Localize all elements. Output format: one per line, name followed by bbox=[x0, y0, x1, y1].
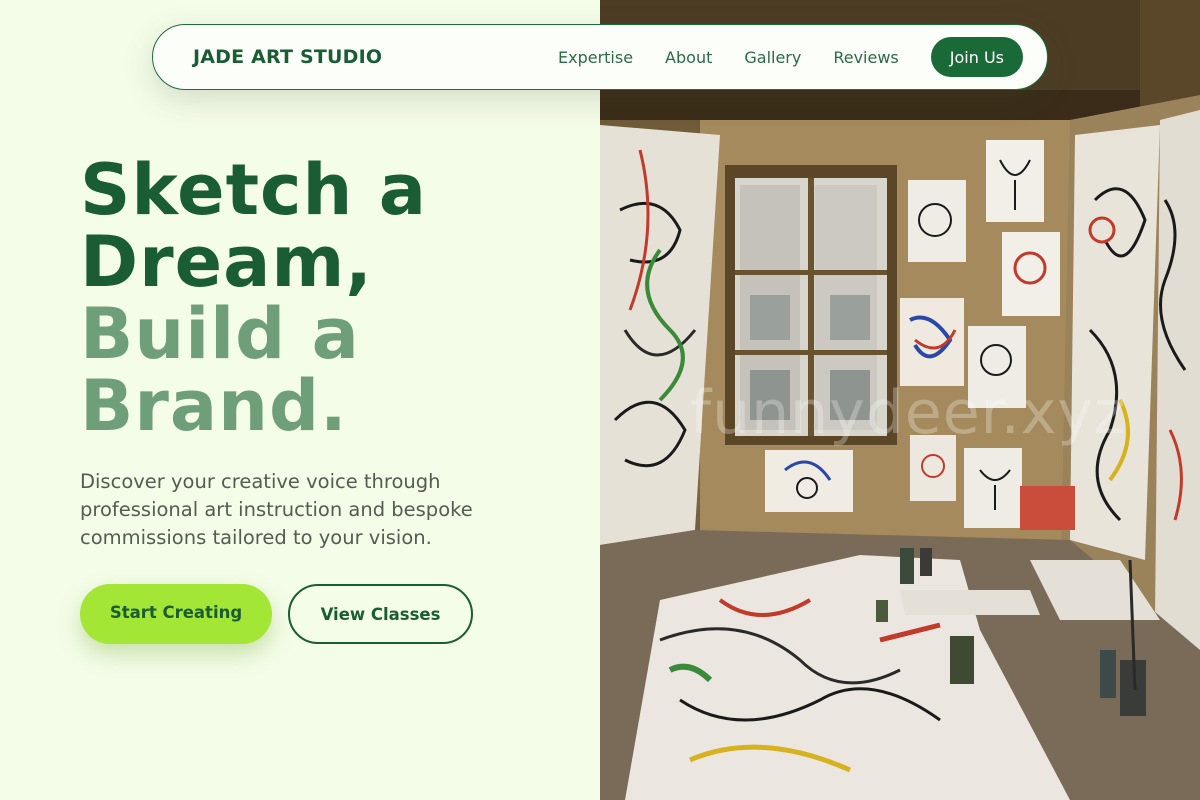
nav-link-reviews[interactable]: Reviews bbox=[833, 48, 898, 67]
watermark-text: funnydeer.xyz bbox=[690, 378, 1127, 448]
view-classes-button[interactable]: View Classes bbox=[288, 584, 473, 644]
hero-title-line-3: Build a bbox=[80, 293, 360, 375]
hero-title-line-2: Dream, bbox=[80, 221, 373, 303]
nav-link-expertise[interactable]: Expertise bbox=[558, 48, 633, 67]
start-creating-button[interactable]: Start Creating bbox=[80, 584, 272, 644]
join-us-button[interactable]: Join Us bbox=[930, 37, 1023, 77]
nav-links: Expertise About Gallery Reviews Join Us bbox=[558, 37, 1023, 77]
nav-link-about[interactable]: About bbox=[665, 48, 712, 67]
hero-title: Sketch a Dream, Build a Brand. bbox=[80, 154, 427, 442]
hero-description: Discover your creative voice through pro… bbox=[80, 470, 473, 549]
hero-title-line-4: Brand. bbox=[80, 365, 348, 447]
nav-link-gallery[interactable]: Gallery bbox=[744, 48, 801, 67]
brand-logo[interactable]: JADE ART STUDIO bbox=[193, 46, 382, 68]
hero-title-line-1: Sketch a bbox=[80, 149, 427, 231]
navbar: JADE ART STUDIO Expertise About Gallery … bbox=[152, 24, 1048, 90]
